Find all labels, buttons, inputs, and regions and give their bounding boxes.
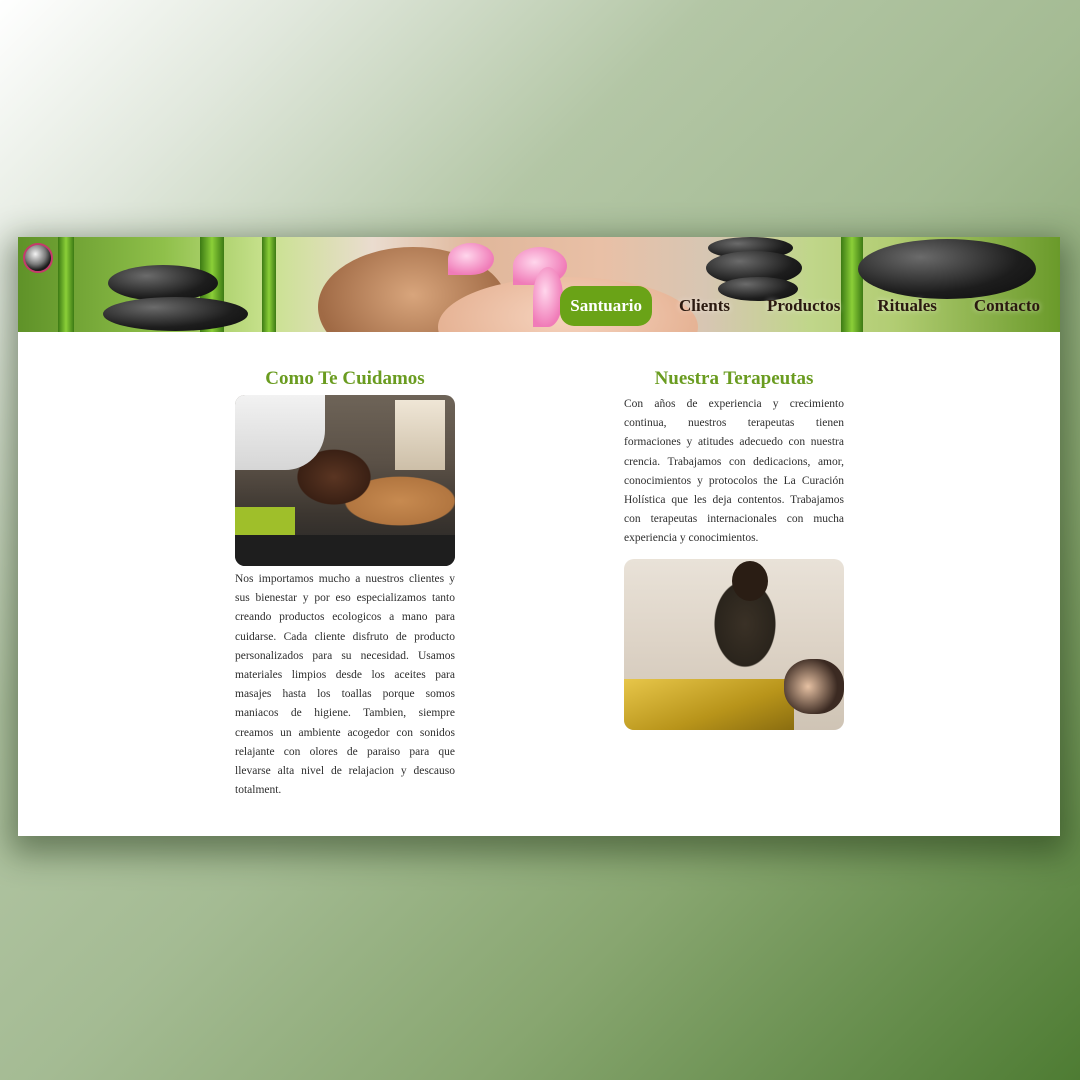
- photo-client: [784, 658, 844, 714]
- therapists-heading: Nuestra Terapeutas: [654, 368, 814, 389]
- bamboo-stalk: [58, 237, 74, 332]
- main-nav: Santuario Clients Productos Rituales Con…: [560, 285, 1050, 327]
- photo-table: [235, 535, 455, 566]
- photo-therapist-head: [732, 560, 768, 601]
- photo-shirt: [235, 395, 325, 470]
- header-banner: Santuario Clients Productos Rituales Con…: [18, 237, 1060, 332]
- photo-gold-blanket: [624, 678, 794, 730]
- therapists-section: Nuestra Terapeutas Con años de experienc…: [624, 367, 844, 730]
- flower-petal: [533, 267, 563, 327]
- care-section: Como Te Cuidamos Nos importamos mucho a …: [235, 367, 455, 800]
- care-text: Nos importamos mucho a nuestros clientes…: [235, 573, 455, 797]
- logo-icon[interactable]: [23, 243, 53, 273]
- therapist-photo: [624, 558, 844, 730]
- photo-window: [395, 400, 445, 470]
- massage-photo: [235, 395, 455, 566]
- care-heading: Como Te Cuidamos: [265, 368, 425, 389]
- bamboo-stalk: [262, 237, 276, 332]
- therapists-text: Con años de experiencia y crecimiento co…: [624, 398, 844, 545]
- nav-item-contacto[interactable]: Contacto: [964, 286, 1050, 326]
- nav-item-clients[interactable]: Clients: [669, 286, 740, 326]
- flower-petal: [448, 243, 494, 275]
- nav-item-productos[interactable]: Productos: [757, 286, 850, 326]
- stone-decoration: [108, 265, 218, 301]
- nav-item-santuario[interactable]: Santuario: [560, 286, 653, 326]
- stone-decoration: [103, 297, 248, 331]
- website-window: Santuario Clients Productos Rituales Con…: [18, 237, 1060, 836]
- nav-item-rituales[interactable]: Rituales: [867, 286, 947, 326]
